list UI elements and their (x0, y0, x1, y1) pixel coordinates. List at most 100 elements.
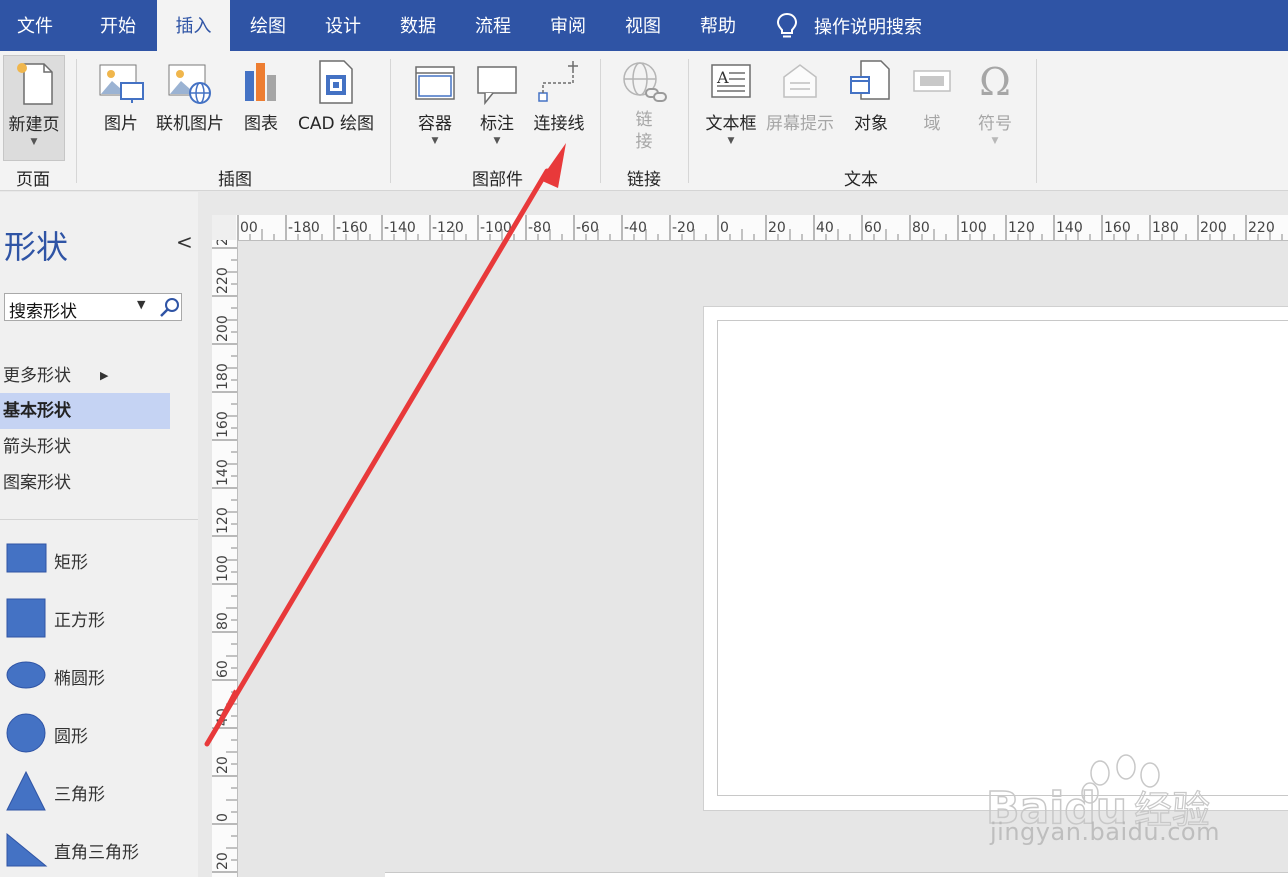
search-shapes-text: 搜索形状 (9, 302, 77, 322)
chevron-down-icon[interactable]: ▼ (137, 298, 145, 311)
menu-home[interactable]: 开始 (82, 0, 154, 51)
ruler-label: 140 (1056, 220, 1083, 236)
group-label-diagram-parts: 图部件 (472, 170, 523, 190)
screentip-label: 屏幕提示 (766, 114, 834, 134)
ruler-label: 200 (1200, 220, 1227, 236)
rectangle-icon (6, 543, 47, 573)
ruler-label: 140 (215, 459, 231, 486)
ruler-label: 180 (215, 363, 231, 390)
ruler-label: 160 (215, 411, 231, 438)
chart-icon (245, 63, 276, 101)
menu-view[interactable]: 视图 (607, 0, 679, 51)
triangle-icon (6, 770, 46, 811)
menu-file[interactable]: 文件 (0, 0, 70, 51)
field-icon (913, 70, 951, 92)
ruler-label: -100 (480, 220, 512, 236)
group-separator (688, 59, 689, 183)
watermark-url: jingyan.baidu.com (990, 818, 1220, 846)
shape-label: 三角形 (54, 785, 105, 805)
online-pictures-button[interactable]: 联机图片 (153, 55, 227, 134)
screentip-icon (783, 64, 817, 98)
link-label-2: 接 (635, 132, 653, 152)
ruler-label: 100 (960, 220, 987, 236)
menu-data[interactable]: 数据 (382, 0, 454, 51)
menu-process[interactable]: 流程 (457, 0, 529, 51)
cad-drawing-button[interactable]: CAD 绘图 (294, 55, 378, 134)
svg-text:A: A (716, 68, 729, 87)
pictures-button[interactable]: 图片 (96, 55, 146, 134)
stencil-arrow-shapes[interactable]: 箭头形状 (0, 429, 170, 465)
shape-square[interactable]: 正方形 (0, 592, 198, 642)
ruler-label: 120 (1008, 220, 1035, 236)
group-label-page: 页面 (16, 170, 50, 190)
link-button[interactable]: 链 接 (618, 55, 670, 153)
more-shapes-item[interactable]: 更多形状 ▶ (0, 358, 170, 394)
chevron-down-icon: ▼ (30, 137, 38, 147)
connector-button[interactable]: 连接线 (528, 55, 590, 134)
chart-button[interactable]: 图表 (237, 55, 285, 134)
text-box-label: 文本框 (705, 114, 757, 134)
object-icon (850, 60, 890, 100)
menu-draw[interactable]: 绘图 (232, 0, 304, 51)
callout-button[interactable]: 标注 ▼ (472, 55, 522, 146)
ruler-label: 24 (215, 240, 231, 246)
shape-ellipse[interactable]: 椭圆形 (0, 650, 198, 700)
picture-icon (99, 64, 144, 103)
field-label: 域 (923, 114, 941, 134)
field-button[interactable]: 域 (908, 55, 956, 134)
collapse-pane-button[interactable]: < (176, 230, 193, 254)
omega-icon: Ω (979, 60, 1011, 104)
pane-divider (0, 519, 198, 520)
shape-right-triangle[interactable]: 直角三角形 (0, 824, 198, 874)
ruler-label: 220 (1248, 220, 1275, 236)
screentip-button[interactable]: 屏幕提示 (763, 55, 837, 134)
ruler-label: -180 (288, 220, 320, 236)
shape-label: 正方形 (54, 611, 105, 631)
chevron-down-icon: ▼ (991, 136, 999, 146)
search-shapes-input[interactable]: 搜索形状 ▼ (4, 293, 182, 322)
ribbon: 新建页 ▼ 页面 图片 联机图片 图表 CAD 绘图 插图 容器 ▼ 标注 ▼ … (0, 51, 1288, 191)
horizontal-ruler[interactable]: 00 -180 -160 -140 -120 -100 -80 -60 -40 -20 0 20 40 6… (236, 215, 1288, 241)
container-icon (415, 66, 455, 100)
menu-bar: 文件 开始 插入 绘图 设计 数据 流程 审阅 视图 帮助 操作说明搜索 (0, 0, 1288, 51)
object-button[interactable]: 对象 (845, 55, 897, 134)
search-icon[interactable] (159, 297, 181, 319)
vertical-ruler[interactable]: 2422020018016014012010080604020020 (212, 240, 238, 877)
ruler-label: -120 (432, 220, 464, 236)
stencil-pattern-shapes[interactable]: 图案形状 (0, 465, 170, 501)
shape-triangle[interactable]: 三角形 (0, 766, 198, 816)
menu-insert[interactable]: 插入 (157, 0, 230, 51)
menu-review[interactable]: 审阅 (532, 0, 604, 51)
new-page-button[interactable]: 新建页 ▼ (3, 55, 65, 161)
tell-me-search[interactable]: 操作说明搜索 (776, 0, 922, 51)
ruler-label: 00 (240, 220, 258, 236)
shape-circle[interactable]: 圆形 (0, 708, 198, 758)
shape-rectangle[interactable]: 矩形 (0, 534, 198, 584)
container-button[interactable]: 容器 ▼ (410, 55, 460, 146)
text-box-icon: A (711, 64, 751, 98)
ruler-label: 80 (912, 220, 930, 236)
lightbulb-icon (776, 12, 798, 37)
text-box-button[interactable]: A 文本框 ▼ (702, 55, 760, 146)
chevron-down-icon: ▼ (431, 136, 439, 146)
callout-label: 标注 (480, 114, 514, 134)
callout-icon (477, 66, 517, 105)
stencil-basic-shapes[interactable]: 基本形状 (0, 393, 170, 429)
ruler-label: 0 (215, 813, 231, 822)
menu-help[interactable]: 帮助 (682, 0, 754, 51)
chart-label: 图表 (244, 114, 278, 134)
ellipse-icon (6, 661, 46, 689)
drawing-page[interactable] (717, 320, 1288, 796)
shape-label: 圆形 (54, 727, 88, 747)
right-triangle-icon (6, 832, 48, 867)
pictures-label: 图片 (104, 114, 138, 134)
symbol-button[interactable]: Ω 符号 ▼ (970, 55, 1020, 146)
ruler-label: -140 (384, 220, 416, 236)
connector-label: 连接线 (533, 114, 585, 134)
horizontal-scrollbar[interactable] (385, 872, 1288, 877)
online-pictures-label: 联机图片 (156, 114, 224, 134)
menu-design[interactable]: 设计 (307, 0, 379, 51)
connector-icon (538, 61, 578, 102)
ruler-label: -160 (336, 220, 368, 236)
link-icon (623, 62, 667, 102)
